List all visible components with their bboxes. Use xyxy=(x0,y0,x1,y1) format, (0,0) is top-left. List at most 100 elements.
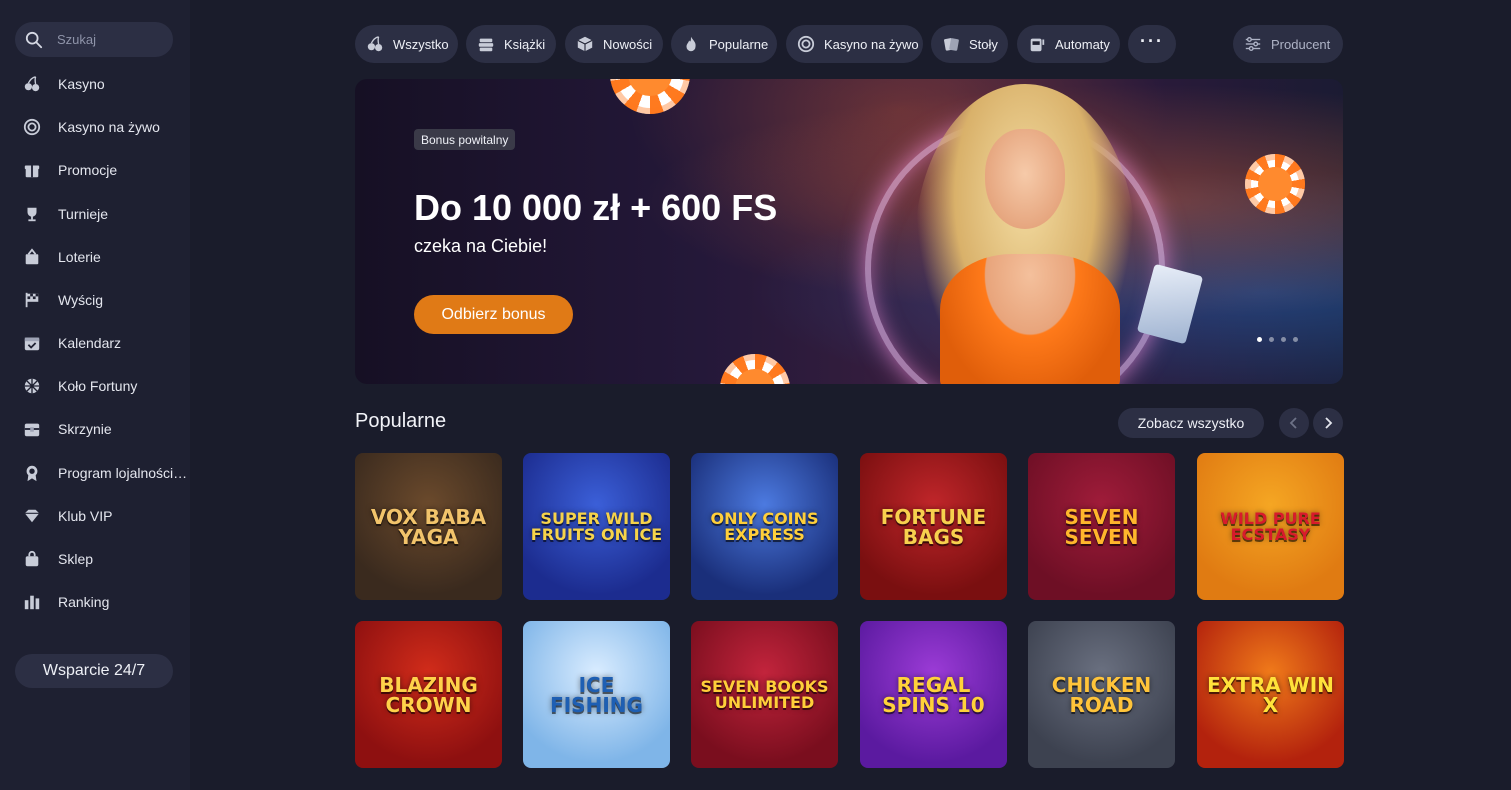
game-tile[interactable]: Blazing Crown xyxy=(355,621,502,768)
producer-label: Producent xyxy=(1271,36,1331,52)
game-tile[interactable]: Super Wild Fruits On Ice xyxy=(523,453,670,600)
game-title: Ice Fishing xyxy=(550,672,643,717)
game-tile[interactable]: Chicken Road xyxy=(1028,621,1175,768)
carousel-next-button[interactable] xyxy=(1313,408,1343,438)
game-tile[interactable]: Wild Pure Ecstasy xyxy=(1197,453,1344,600)
sidebar-item-sklep[interactable]: Sklep xyxy=(22,547,190,571)
cube-icon xyxy=(576,35,594,53)
search-icon xyxy=(25,31,43,48)
chevron-left-icon xyxy=(1289,417,1297,429)
sidebar-item-wyscig[interactable]: Wyścig xyxy=(22,288,190,312)
tab-label: Książki xyxy=(504,36,546,52)
sidebar-item-label: Kasyno na żywo xyxy=(58,119,160,135)
gift-icon xyxy=(22,160,42,180)
bonus-badge: Bonus powitalny xyxy=(414,129,516,150)
tab-wszystko[interactable]: Wszystko xyxy=(355,25,458,63)
tab-nowosci[interactable]: Nowości xyxy=(565,25,663,63)
tab-label: Wszystko xyxy=(393,36,449,52)
cherries-icon xyxy=(366,35,384,53)
carousel-dot[interactable] xyxy=(1269,337,1274,342)
support-button[interactable]: Wsparcie 24/7 xyxy=(15,654,173,688)
game-tile[interactable]: Fortune Bags xyxy=(860,453,1007,600)
carousel-prev-button[interactable] xyxy=(1279,408,1309,438)
hostess-face xyxy=(985,129,1065,229)
calendar-icon xyxy=(22,333,42,353)
tab-stoly[interactable]: Stoły xyxy=(931,25,1008,63)
game-tile[interactable]: Extra Win X xyxy=(1197,621,1344,768)
tab-label: Kasyno na żywo xyxy=(824,36,919,52)
diamond-icon xyxy=(22,506,42,526)
sidebar-item-loterie[interactable]: Loterie xyxy=(22,245,190,269)
see-all-button[interactable]: Zobacz wszystko xyxy=(1118,408,1264,438)
game-tile[interactable]: Seven Seven xyxy=(1028,453,1175,600)
slot-machine-icon xyxy=(1028,35,1046,53)
sidebar-item-kalendarz[interactable]: Kalendarz xyxy=(22,331,190,355)
hostess-body xyxy=(940,254,1120,384)
banner-headline: Do 10 000 zł + 600 FS xyxy=(414,187,778,228)
game-title: Only Coins Express xyxy=(710,508,819,544)
carousel-dot[interactable] xyxy=(1257,337,1262,342)
sidebar-item-klub-vip[interactable]: Klub VIP xyxy=(22,504,190,528)
banner-subline: czeka na Ciebie! xyxy=(414,236,548,256)
game-title: Super Wild Fruits On Ice xyxy=(530,508,663,544)
carousel-dot[interactable] xyxy=(1293,337,1298,342)
sidebar-item-promocje[interactable]: Promocje xyxy=(22,158,190,182)
sidebar-item-label: Turnieje xyxy=(58,206,109,222)
sidebar-item-kolo-fortuny[interactable]: Koło Fortuny xyxy=(22,374,190,398)
casino-chip-decoration xyxy=(1245,154,1305,214)
sidebar-item-label: Sklep xyxy=(58,551,94,567)
game-title: Blazing Crown xyxy=(379,672,478,717)
trophy-icon xyxy=(22,204,42,224)
sidebar-item-label: Kalendarz xyxy=(58,335,122,351)
ranking-icon xyxy=(22,592,42,612)
tab-ksiazki[interactable]: Książki xyxy=(466,25,556,63)
search-input[interactable] xyxy=(57,32,157,47)
loyalty-icon xyxy=(22,463,42,483)
tab-kasyno-na-zywo[interactable]: Kasyno na żywo xyxy=(786,25,923,63)
live-chip-icon xyxy=(797,35,815,53)
tab-automaty[interactable]: Automaty xyxy=(1017,25,1120,63)
game-title: Seven Seven xyxy=(1064,504,1139,549)
flame-icon xyxy=(682,35,700,53)
tab-popularne[interactable]: Popularne xyxy=(671,25,777,63)
lottery-icon xyxy=(22,247,42,267)
game-tile[interactable]: Vox Baba Yaga xyxy=(355,453,502,600)
sidebar-item-label: Loterie xyxy=(58,249,101,265)
sidebar-item-label: Program lojalnościo... xyxy=(58,465,188,481)
game-tile[interactable]: Seven Books Unlimited xyxy=(691,621,838,768)
tab-label: Nowości xyxy=(603,36,653,52)
sidebar: Kasyno Kasyno na żywo Promocje Turnieje … xyxy=(0,0,190,790)
sidebar-item-label: Skrzynie xyxy=(58,421,112,437)
game-tile[interactable]: Regal Spins 10 xyxy=(860,621,1007,768)
more-label: ··· xyxy=(1140,30,1164,51)
sidebar-item-kasyno[interactable]: Kasyno xyxy=(22,72,190,96)
books-icon xyxy=(477,35,495,53)
live-chip-icon xyxy=(22,117,42,137)
game-title: Fortune Bags xyxy=(880,504,987,549)
sidebar-item-turnieje[interactable]: Turnieje xyxy=(22,202,190,226)
game-tile[interactable]: Only Coins Express xyxy=(691,453,838,600)
game-title: Seven Books Unlimited xyxy=(700,676,829,712)
sidebar-item-ranking[interactable]: Ranking xyxy=(22,590,190,614)
race-flag-icon xyxy=(22,290,42,310)
game-tile[interactable]: Ice Fishing xyxy=(523,621,670,768)
claim-bonus-button[interactable]: Odbierz bonus xyxy=(414,295,573,334)
chevron-right-icon xyxy=(1325,417,1333,429)
search-box[interactable] xyxy=(15,22,173,57)
more-categories-button[interactable]: ··· xyxy=(1128,25,1176,63)
chest-icon xyxy=(22,419,42,439)
wheel-icon xyxy=(22,376,42,396)
producer-filter-button[interactable]: Producent xyxy=(1233,25,1343,63)
sidebar-item-program-lojalnosciowy[interactable]: Program lojalnościo... xyxy=(22,461,190,485)
promo-banner[interactable]: Bonus powitalny Do 10 000 zł + 600 FS cz… xyxy=(355,79,1343,384)
sidebar-item-label: Koło Fortuny xyxy=(58,378,138,394)
casino-chip-decoration xyxy=(610,79,690,114)
sidebar-item-kasyno-na-zywo[interactable]: Kasyno na żywo xyxy=(22,115,190,139)
game-title: Extra Win X xyxy=(1207,672,1334,717)
sidebar-item-label: Kasyno xyxy=(58,76,105,92)
sidebar-item-skrzynie[interactable]: Skrzynie xyxy=(22,417,190,441)
carousel-dot[interactable] xyxy=(1281,337,1286,342)
casino-chip-decoration xyxy=(720,354,790,384)
tab-label: Automaty xyxy=(1055,36,1110,52)
sidebar-item-label: Promocje xyxy=(58,162,118,178)
